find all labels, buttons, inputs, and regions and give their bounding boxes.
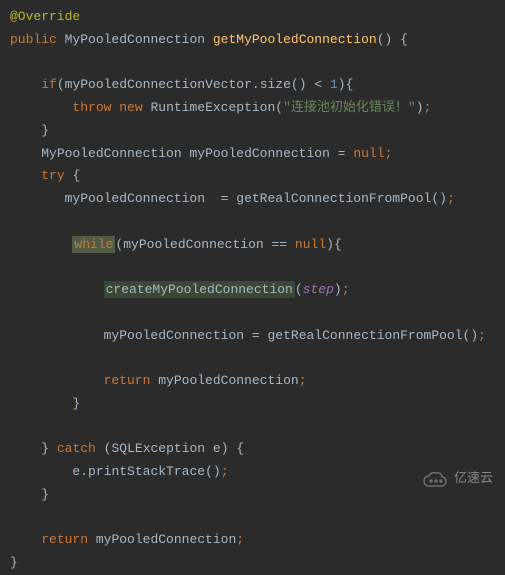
code-line: myPooledConnection = getRealConnectionFr…	[0, 188, 505, 211]
keyword-if: if	[41, 77, 57, 92]
keyword-while: while	[72, 236, 115, 253]
code-line: return myPooledConnection;	[0, 529, 505, 552]
method-declaration: getMyPooledConnection	[213, 32, 377, 47]
watermark: 亿速云	[422, 468, 493, 491]
code-line: }	[0, 552, 505, 575]
keyword-return: return	[104, 373, 151, 388]
string-literal: "连接池初始化错误！"	[283, 100, 416, 115]
code-line: @Override	[0, 6, 505, 29]
keyword-try: try	[41, 168, 64, 183]
annotation: @Override	[10, 9, 80, 24]
code-line: }	[0, 393, 505, 416]
method-call-highlighted: createMyPooledConnection	[104, 281, 295, 298]
code-line: public MyPooledConnection getMyPooledCon…	[0, 29, 505, 52]
code-line: } catch (SQLException e) {	[0, 438, 505, 461]
return-type: MyPooledConnection	[65, 32, 205, 47]
keyword-return: return	[41, 532, 88, 547]
watermark-text: 亿速云	[454, 468, 493, 491]
keyword-new: new	[119, 100, 142, 115]
cloud-icon	[422, 471, 448, 489]
code-line: myPooledConnection = getRealConnectionFr…	[0, 325, 505, 348]
keyword-catch: catch	[57, 441, 96, 456]
code-line	[0, 52, 505, 75]
code-line	[0, 256, 505, 279]
code-line	[0, 302, 505, 325]
code-line: throw new RuntimeException("连接池初始化错误！");	[0, 97, 505, 120]
code-line: return myPooledConnection;	[0, 370, 505, 393]
parameter: step	[303, 282, 334, 297]
code-line: createMyPooledConnection(step);	[0, 279, 505, 302]
code-line: MyPooledConnection myPooledConnection = …	[0, 143, 505, 166]
code-line	[0, 416, 505, 439]
code-line	[0, 211, 505, 234]
code-line	[0, 507, 505, 530]
code-line: if(myPooledConnectionVector.size() < 1){	[0, 74, 505, 97]
keyword-throw: throw	[72, 100, 111, 115]
keyword-public: public	[10, 32, 57, 47]
code-line: }	[0, 120, 505, 143]
code-line: try {	[0, 165, 505, 188]
code-line: while(myPooledConnection == null){	[0, 234, 505, 257]
code-line	[0, 347, 505, 370]
